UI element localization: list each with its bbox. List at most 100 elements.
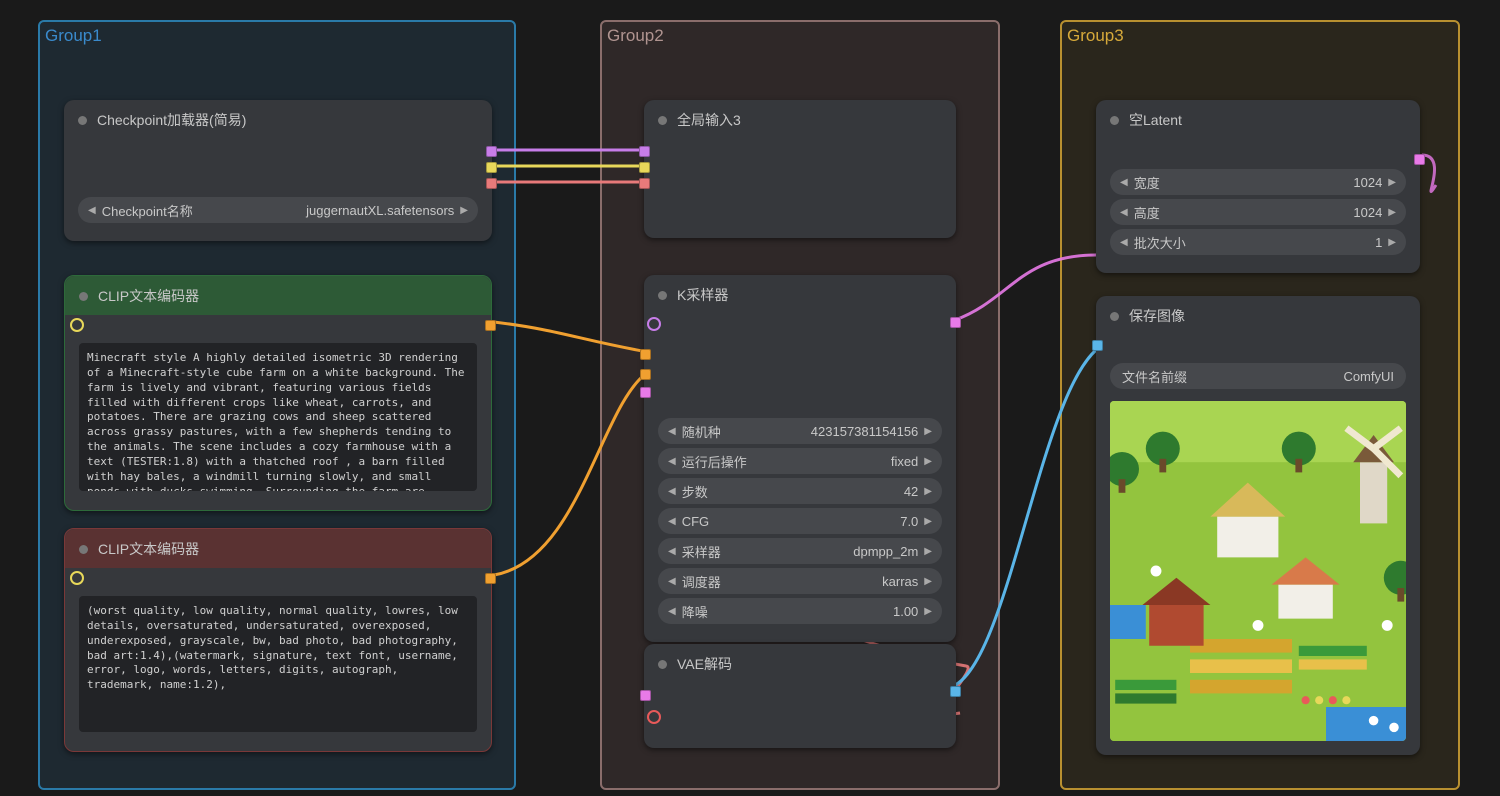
param-ksampler-5[interactable]: ◀ 调度器karras ▶ <box>658 568 942 594</box>
node-title: K采样器 <box>677 285 728 305</box>
param-ksampler-6[interactable]: ◀ 降噪1.00 ▶ <box>658 598 942 624</box>
param-value: 1.00 <box>893 604 918 619</box>
node-header[interactable]: 保存图像 <box>1096 296 1420 335</box>
param-label: CFG <box>682 514 901 529</box>
param-ksampler-3[interactable]: ◀CFG7.0▶ <box>658 508 942 534</box>
node-clip-text-encode-negative[interactable]: CLIP文本编码器 <box>64 528 492 752</box>
output-socket-conditioning[interactable] <box>485 320 496 331</box>
node-header[interactable]: VAE解码 <box>644 644 956 683</box>
param-value: 423157381154156 <box>811 424 919 439</box>
input-socket-model[interactable] <box>639 146 650 157</box>
node-header[interactable]: 空Latent <box>1096 100 1420 139</box>
node-save-image[interactable]: 保存图像 文件名前缀 ComfyUI <box>1096 296 1420 755</box>
chevron-left-icon[interactable]: ◀ <box>668 456 676 467</box>
node-header[interactable]: Checkpoint加载器(简易) <box>64 100 492 139</box>
collapse-dot-icon[interactable] <box>1110 116 1119 125</box>
node-title: 保存图像 <box>1129 306 1185 326</box>
collapse-dot-icon[interactable] <box>79 545 88 554</box>
param-value: 1024 <box>1353 205 1382 220</box>
group-title[interactable]: Group2 <box>602 22 998 54</box>
chevron-right-icon[interactable]: ▶ <box>460 205 468 216</box>
node-title: Checkpoint加载器(简易) <box>97 110 246 130</box>
output-socket-model[interactable] <box>486 146 497 157</box>
prompt-textarea-positive[interactable] <box>79 343 477 491</box>
node-global-input-3[interactable]: 全局输入3 <box>644 100 956 238</box>
chevron-right-icon[interactable]: ▶ <box>924 516 932 527</box>
output-socket-latent[interactable] <box>950 317 961 328</box>
node-ksampler[interactable]: K采样器 ◀随机种423157381154156▶◀运行后操作fixed▶◀步数… <box>644 275 956 642</box>
output-socket-vae[interactable] <box>486 178 497 189</box>
param-value: fixed <box>891 454 918 469</box>
input-socket-clip[interactable] <box>70 571 84 585</box>
collapse-dot-icon[interactable] <box>658 116 667 125</box>
output-socket-clip[interactable] <box>486 162 497 173</box>
node-header[interactable]: 全局输入3 <box>644 100 956 139</box>
chevron-left-icon[interactable]: ◀ <box>1120 207 1128 218</box>
input-socket-images[interactable] <box>1092 340 1103 351</box>
param-label: 文件名前缀 <box>1122 367 1343 386</box>
chevron-left-icon[interactable]: ◀ <box>668 546 676 557</box>
node-vae-decode[interactable]: VAE解码 <box>644 644 956 748</box>
param-ksampler-4[interactable]: ◀采样器dpmpp_2m▶ <box>658 538 942 564</box>
chevron-left-icon[interactable]: ◀ <box>668 426 676 437</box>
param-label: 降噪 <box>682 602 893 621</box>
collapse-dot-icon[interactable] <box>658 291 667 300</box>
param-label: 步数 <box>682 482 904 501</box>
chevron-left-icon[interactable]: ◀ <box>1120 237 1128 248</box>
param-label: 调度器 <box>682 572 882 591</box>
chevron-right-icon[interactable]: ▶ <box>1388 177 1396 188</box>
chevron-left-icon[interactable]: ◀ <box>668 486 676 497</box>
node-checkpoint-loader[interactable]: Checkpoint加载器(简易) ◀ Checkpoint名称 juggern… <box>64 100 492 241</box>
collapse-dot-icon[interactable] <box>79 292 88 301</box>
chevron-left-icon[interactable]: ◀ <box>1120 177 1128 188</box>
chevron-right-icon[interactable]: ▶ <box>924 606 932 617</box>
input-socket-positive[interactable] <box>640 349 651 360</box>
chevron-right-icon[interactable]: ▶ <box>1388 237 1396 248</box>
input-socket-samples[interactable] <box>640 690 651 701</box>
output-image-preview[interactable] <box>1110 401 1406 741</box>
chevron-right-icon[interactable]: ▶ <box>1388 207 1396 218</box>
param-latent-0[interactable]: ◀宽度1024▶ <box>1110 169 1406 195</box>
input-socket-clip[interactable] <box>70 318 84 332</box>
chevron-left-icon[interactable]: ◀ <box>668 606 676 617</box>
collapse-dot-icon[interactable] <box>1110 312 1119 321</box>
param-label: 运行后操作 <box>682 452 891 471</box>
param-filename-prefix[interactable]: 文件名前缀 ComfyUI <box>1110 363 1406 389</box>
param-ksampler-0[interactable]: ◀随机种423157381154156▶ <box>658 418 942 444</box>
param-label: 批次大小 <box>1134 233 1375 252</box>
prompt-textarea-negative[interactable] <box>79 596 477 732</box>
input-socket-vae[interactable] <box>647 710 661 724</box>
chevron-right-icon[interactable]: ▶ <box>924 486 932 497</box>
input-socket-vae[interactable] <box>639 178 650 189</box>
chevron-left-icon[interactable]: ◀ <box>88 205 96 216</box>
param-latent-2[interactable]: ◀ 批次大小1 ▶ <box>1110 229 1406 255</box>
chevron-left-icon[interactable]: ◀ <box>668 516 676 527</box>
chevron-right-icon[interactable]: ▶ <box>924 456 932 467</box>
input-socket-latent[interactable] <box>640 387 651 398</box>
param-latent-1[interactable]: ◀高度1024▶ <box>1110 199 1406 225</box>
param-value: 1 <box>1375 235 1382 250</box>
input-socket-model[interactable] <box>647 317 661 331</box>
chevron-left-icon[interactable]: ◀ <box>668 576 676 587</box>
chevron-right-icon[interactable]: ▶ <box>924 576 932 587</box>
param-checkpoint-name[interactable]: ◀ Checkpoint名称 juggernautXL.safetensors … <box>78 197 478 223</box>
group-title[interactable]: Group1 <box>40 22 514 54</box>
chevron-right-icon[interactable]: ▶ <box>924 546 932 557</box>
collapse-dot-icon[interactable] <box>658 660 667 669</box>
output-socket-conditioning[interactable] <box>485 573 496 584</box>
node-header[interactable]: K采样器 <box>644 275 956 314</box>
node-header[interactable]: CLIP文本编码器 <box>65 276 491 315</box>
param-ksampler-1[interactable]: ◀ 运行后操作fixed ▶ <box>658 448 942 474</box>
node-header[interactable]: CLIP文本编码器 <box>65 529 491 568</box>
param-ksampler-2[interactable]: ◀步数42▶ <box>658 478 942 504</box>
node-empty-latent[interactable]: 空Latent ◀宽度1024▶◀高度1024▶◀批次大小1▶ <box>1096 100 1420 273</box>
param-value: karras <box>882 574 918 589</box>
chevron-right-icon[interactable]: ▶ <box>924 426 932 437</box>
collapse-dot-icon[interactable] <box>78 116 87 125</box>
node-clip-text-encode-positive[interactable]: CLIP文本编码器 <box>64 275 492 511</box>
input-socket-clip[interactable] <box>639 162 650 173</box>
group-title[interactable]: Group3 <box>1062 22 1458 54</box>
output-socket-image[interactable] <box>950 686 961 697</box>
input-socket-negative[interactable] <box>640 369 651 380</box>
output-socket-latent[interactable] <box>1414 154 1425 165</box>
